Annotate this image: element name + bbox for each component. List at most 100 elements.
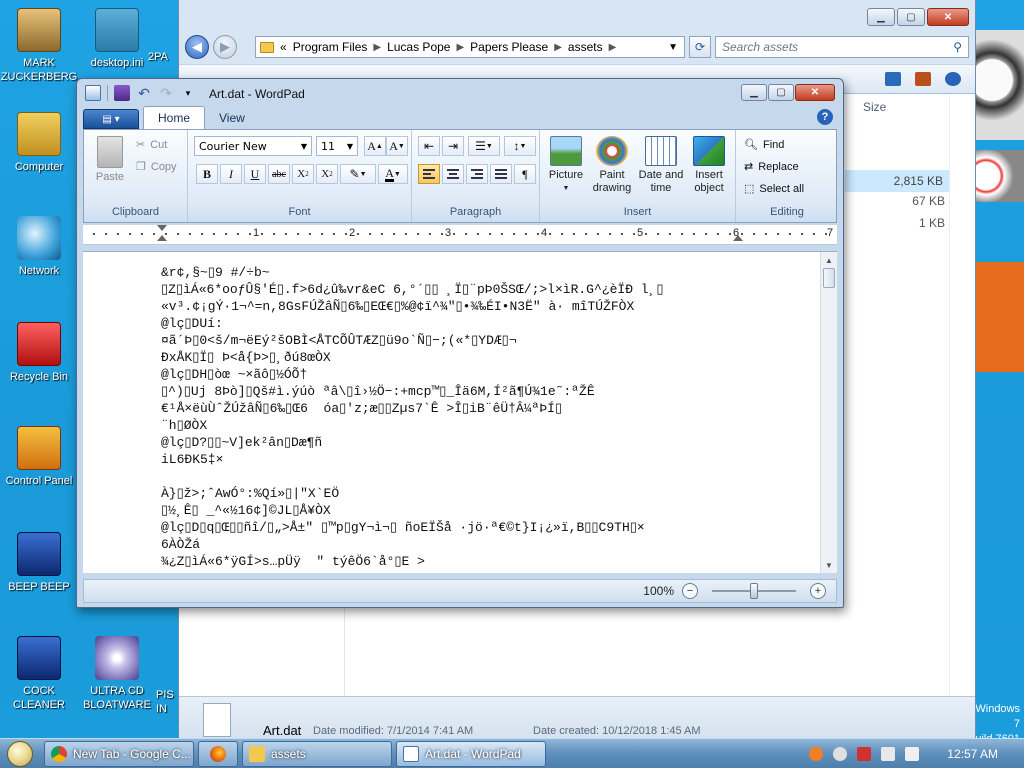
document-line[interactable]: @lç▯DH▯òœ ~×ãô▯½ÓÕ† [161, 366, 807, 383]
copy-button[interactable]: ❐ Copy [136, 160, 177, 174]
bullet-list-button[interactable]: ☰ ▼ [468, 136, 500, 156]
align-right-button[interactable] [466, 164, 488, 184]
highlight-color-button[interactable]: ✎ ▼ [340, 164, 376, 184]
breadcrumb-lucas-pope[interactable]: Lucas Pope [387, 40, 450, 54]
left-indent-marker[interactable] [157, 235, 167, 241]
breadcrumb-papers-please[interactable]: Papers Please [470, 40, 548, 54]
save-icon[interactable] [114, 85, 130, 101]
document-line[interactable]: ÐxÅK▯Ï▯ Þ<å{Þ>▯¸ðú8œÒX [161, 349, 807, 366]
chevron-down-icon[interactable]: ▼ [668, 42, 678, 53]
undo-icon[interactable]: ↶ [136, 85, 152, 101]
zoom-in-button[interactable]: + [810, 583, 826, 599]
scroll-up-icon[interactable]: ▲ [821, 252, 837, 268]
document-line[interactable]: @lç▯D▯q▯Œ▯▯ñî/▯„>Å±" ▯™p▯gY¬ì¬▯ ñoEÏŠå ·… [161, 519, 807, 536]
desktop-icon-network[interactable]: Network [0, 216, 78, 278]
desktop-icon-computer[interactable]: Computer [0, 112, 78, 174]
font-size-select[interactable]: 11 ▼ [316, 136, 358, 156]
chevron-right-icon[interactable]: ▶ [554, 42, 562, 53]
document-line[interactable]: ▯½¸Ê▯ _^«½16¢]©JL▯Å¥ÒX [161, 502, 807, 519]
taskbar-item-explorer[interactable]: assets [242, 740, 392, 767]
search-icon[interactable] [809, 747, 824, 761]
maximize-button[interactable]: ▢ [897, 8, 925, 26]
font-family-select[interactable]: Courier New ▼ [194, 136, 312, 156]
document-line[interactable]: @lç▯D?▯▯~V]ek²ân▯Dæ¶ñ [161, 434, 807, 451]
document-line[interactable]: 6ÀÒŽá [161, 536, 807, 553]
select-all-button[interactable]: ⬚ Select all [744, 182, 804, 196]
desktop-icon-recycle-bin[interactable]: Recycle Bin [0, 322, 78, 384]
date-time-button[interactable]: Date and time [638, 136, 684, 195]
desktop-icon-ultra-cd-bloatware[interactable]: ULTRA CD BLOATWARE [78, 636, 156, 712]
document-line[interactable]: ▯Z▯ìÁ«6*ooƒÛ§'É▯.f>6d¿û‰vr&eC 6,°´▯▯ ¸Ï▯… [161, 281, 807, 298]
grow-font-button[interactable]: A ▲ [364, 136, 386, 156]
tab-home[interactable]: Home [143, 106, 206, 129]
document-area[interactable]: &r¢,§~▯9 #/÷b~ ▯Z▯ìÁ«6*ooƒÛ§'É▯.f>6d¿û‰vr… [83, 251, 837, 573]
desktop-icon-control-panel[interactable]: Control Panel [0, 426, 78, 488]
superscript-button[interactable]: X2 [316, 164, 338, 184]
file-size-selected[interactable]: 2,815 KB [845, 170, 949, 192]
close-button[interactable]: ✕ [795, 84, 835, 101]
tab-view[interactable]: View [205, 107, 259, 129]
address-bar[interactable]: « Program Files ▶ Lucas Pope ▶ Papers Pl… [255, 36, 685, 58]
scroll-down-icon[interactable]: ▼ [821, 557, 837, 573]
chevron-right-icon[interactable]: ▶ [373, 42, 381, 53]
vertical-scrollbar[interactable]: ▲ ▼ [820, 252, 837, 573]
close-button[interactable]: ✕ [927, 8, 969, 26]
strikethrough-button[interactable]: abc [268, 164, 290, 184]
action-center-icon[interactable] [857, 747, 872, 761]
find-button[interactable]: 🔍︎ Find [744, 138, 784, 152]
document-line[interactable]: ▯^)▯Uj 8Þò]▯Qš#ì.ýúò ªâ\▯î›½Ö−:+mcp™▯_Îä… [161, 383, 807, 400]
minimize-button[interactable]: ▁ [741, 84, 767, 101]
refresh-button[interactable]: ⟳ [689, 36, 711, 58]
wordpad-app-icon[interactable] [85, 85, 101, 101]
document-line[interactable]: @lç▯DUí: [161, 315, 807, 332]
breadcrumb-overflow[interactable]: « [280, 40, 287, 54]
document-line[interactable]: iL6ÐK5‡× [161, 451, 807, 468]
desktop-icon-2pa[interactable]: 2PA [148, 50, 182, 64]
desktop-icon-pis[interactable]: PIS IN [156, 688, 180, 716]
scroll-thumb[interactable] [823, 268, 835, 288]
ruler[interactable]: 1 2 3 4 5 6 7 [83, 225, 837, 245]
customize-toolbar-icon[interactable]: ▾ [180, 85, 196, 101]
desktop-icon-desktop-ini[interactable]: desktop.ini [78, 8, 156, 70]
help-icon[interactable]: ? [817, 109, 833, 125]
forward-button[interactable]: ▶ [213, 35, 237, 59]
network-icon[interactable] [881, 747, 896, 761]
subscript-button[interactable]: X2 [292, 164, 314, 184]
insert-picture-button[interactable]: Picture ▼ [546, 136, 586, 195]
search-input[interactable]: Search assets ⚲ [715, 36, 969, 58]
document-line[interactable]: ¾¿Z▯ìÁ«6*ÿGÍ>s…pÜÿ " týêÖ6`å°▯E > [161, 553, 807, 570]
text-color-button[interactable]: A ▼ [378, 164, 408, 184]
shrink-font-button[interactable]: A ▼ [386, 136, 408, 156]
first-line-indent-marker[interactable] [157, 225, 167, 231]
start-button[interactable] [0, 739, 40, 768]
file-size[interactable]: 67 KB [863, 194, 945, 208]
preview-pane-icon[interactable] [915, 72, 931, 86]
paste-button[interactable]: Paste [90, 136, 130, 184]
desktop-icon-cock-cleaner[interactable]: COCK CLEANER [0, 636, 78, 712]
chevron-right-icon[interactable]: ▶ [456, 42, 464, 53]
taskbar-item-wordpad[interactable]: Art.dat - WordPad [396, 740, 546, 767]
justify-button[interactable] [490, 164, 512, 184]
document-text[interactable]: &r¢,§~▯9 #/÷b~ ▯Z▯ìÁ«6*ooƒÛ§'É▯.f>6d¿û‰vr… [161, 264, 807, 570]
italic-button[interactable]: I [220, 164, 242, 184]
desktop-icon-mark-zuckerberg[interactable]: MARK ZUCKERBERG [0, 8, 78, 84]
back-button[interactable]: ◀ [185, 35, 209, 59]
status-icon[interactable] [833, 747, 848, 761]
cut-button[interactable]: ✂ Cut [136, 138, 167, 152]
file-size[interactable]: 1 KB [863, 216, 945, 230]
document-line[interactable]: ¨h▯ØÒX [161, 417, 807, 434]
clock[interactable]: 12:57 AM [947, 747, 998, 761]
document-line[interactable]: ¤ã´Þ▯0<š/m¬ëEý²šOBÌ<ÅTCÕÛTÆZ▯ü9o`Ñ▯−;(«*… [161, 332, 807, 349]
column-header-size[interactable]: Size [863, 100, 886, 114]
application-menu-button[interactable]: ▤ ▾ [83, 109, 139, 129]
maximize-button[interactable]: ▢ [768, 84, 794, 101]
line-spacing-button[interactable]: ↕ ▼ [504, 136, 536, 156]
bold-button[interactable]: B [196, 164, 218, 184]
increase-indent-button[interactable]: ⇥ [442, 136, 464, 156]
align-center-button[interactable] [442, 164, 464, 184]
redo-icon[interactable]: ↷ [158, 85, 174, 101]
paragraph-settings-button[interactable]: ¶ [514, 164, 536, 184]
volume-icon[interactable] [905, 747, 920, 761]
document-line[interactable]: «v³.¢¡gÝ·1¬^=n,8GsFÚŽâÑ▯6‰▯EŒ€▯%@¢ï^¾"▯•… [161, 298, 807, 315]
help-icon[interactable] [945, 72, 961, 86]
